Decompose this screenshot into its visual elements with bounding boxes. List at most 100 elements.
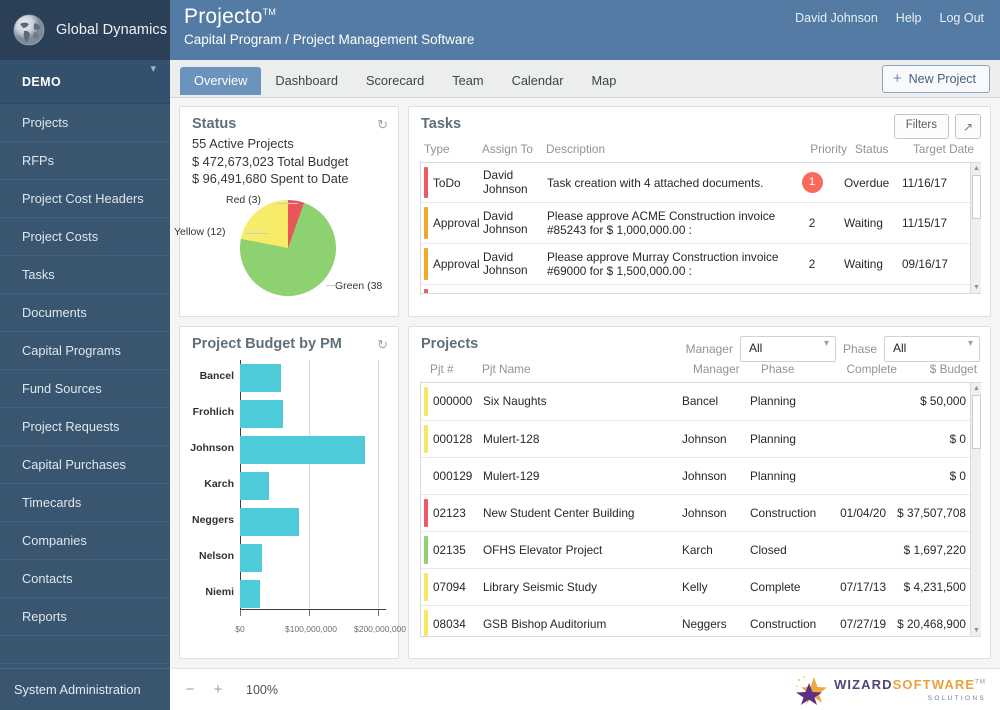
pie-label-red: Red (3) (226, 194, 261, 206)
tasks-scrollbar[interactable]: ▲ ▼ (970, 163, 981, 293)
bar-johnson (240, 436, 365, 464)
bar-neggers (240, 508, 299, 536)
sidebar-item-fund-sources[interactable]: Fund Sources (0, 370, 170, 408)
project-manager: Johnson (678, 420, 746, 457)
bar-label: Johnson (180, 442, 234, 454)
sidebar-item-label: Project Costs (22, 229, 98, 244)
projects-panel: Projects Manager All ▾ Phase All ▾ (408, 326, 991, 659)
scrollbar-thumb[interactable] (972, 175, 981, 219)
refresh-icon[interactable]: ↻ (377, 117, 388, 133)
chart-x-tick-label: $100,000,000 (285, 624, 337, 634)
project-name: GSB Bishop Auditorium (479, 605, 678, 637)
task-description: Please approve Courier Contractors Contr… (543, 285, 784, 295)
sidebar-item-documents[interactable]: Documents (0, 294, 170, 332)
table-row[interactable]: 07094 Library Seismic Study Kelly Comple… (421, 568, 970, 605)
chart-x-tick (309, 610, 310, 616)
sidebar-item-rfps[interactable]: RFPs (0, 142, 170, 180)
logo-word-software: SOFTWARE (893, 677, 975, 692)
table-row[interactable]: 000128 Mulert-128 Johnson Planning $ 0 (421, 420, 970, 457)
project-name: Library Seismic Study (479, 568, 678, 605)
status-color-bar (424, 207, 428, 239)
tasks-col-target-date: Target Date (909, 138, 981, 162)
sidebar-item-projects[interactable]: Projects (0, 104, 170, 142)
sidebar-item-capital-programs[interactable]: Capital Programs (0, 332, 170, 370)
org-label: DEMO (22, 75, 61, 89)
project-number-label: 07094 (433, 580, 466, 594)
tab-overview[interactable]: Overview (180, 67, 261, 95)
project-budget: $ 50,000 (890, 383, 970, 420)
scroll-up-arrow[interactable]: ▲ (971, 163, 981, 174)
tasks-panel: Tasks Filters ↗ Type Assign To Descripti… (408, 106, 991, 317)
project-manager: Johnson (678, 457, 746, 494)
table-row[interactable]: 08034 GSB Bishop Auditorium Neggers Cons… (421, 605, 970, 637)
table-row[interactable]: Approval David Johnson Please approve Mu… (421, 244, 970, 285)
sidebar-item-tasks[interactable]: Tasks (0, 256, 170, 294)
help-link[interactable]: Help (896, 11, 922, 25)
tasks-col-type: Type (420, 138, 478, 162)
sidebar-item-label: Projects (22, 115, 68, 130)
wizard-logo-main: WIZARDSOFTWARETM (834, 677, 986, 692)
brand-header[interactable]: Global Dynamics (0, 0, 170, 60)
tab-scorecard[interactable]: Scorecard (352, 67, 438, 95)
org-selector[interactable]: DEMO ▾ (0, 60, 170, 104)
logout-link[interactable]: Log Out (940, 11, 984, 25)
task-status: Waiting (840, 244, 898, 285)
project-number-label: 000000 (433, 394, 472, 408)
table-row[interactable]: 02123 New Student Center Building Johnso… (421, 494, 970, 531)
logo-word-wizard: WIZARD (834, 677, 893, 692)
new-project-button[interactable]: + New Project (882, 65, 990, 93)
projects-scrollbar[interactable]: ▲ ▼ (970, 383, 981, 636)
sidebar-item-capital-purchases[interactable]: Capital Purchases (0, 446, 170, 484)
sidebar-item-companies[interactable]: Companies (0, 522, 170, 560)
tasks-col-status: Status (851, 138, 909, 162)
project-complete (824, 383, 890, 420)
expand-icon[interactable]: ↗ (955, 114, 981, 139)
task-assign-to: David Johnson (479, 285, 543, 295)
tasks-header-buttons: Filters ↗ (894, 114, 981, 139)
scroll-up-arrow[interactable]: ▲ (971, 383, 981, 394)
status-color-bar (424, 573, 428, 601)
user-name-link[interactable]: David Johnson (795, 11, 878, 25)
filters-button[interactable]: Filters (894, 114, 949, 139)
globe-icon (10, 11, 48, 49)
table-row[interactable]: Approval David Johnson Please approve Co… (421, 285, 970, 295)
zoom-out-button[interactable]: − (184, 681, 196, 698)
scrollbar-thumb[interactable] (972, 395, 981, 449)
project-number-label: 08034 (433, 617, 466, 631)
tab-calendar[interactable]: Calendar (498, 67, 578, 95)
project-manager: Johnson (678, 494, 746, 531)
tab-team[interactable]: Team (438, 67, 497, 95)
sidebar-item-label: Capital Purchases (22, 457, 126, 472)
bar-label: Bancel (180, 370, 234, 382)
scroll-down-arrow[interactable]: ▼ (971, 282, 981, 293)
sidebar-item-project-costs[interactable]: Project Costs (0, 218, 170, 256)
scroll-down-arrow[interactable]: ▼ (971, 625, 981, 636)
pie-slices (240, 200, 336, 296)
project-complete: 07/17/13 (824, 568, 890, 605)
sidebar-item-contacts[interactable]: Contacts (0, 560, 170, 598)
tab-dashboard[interactable]: Dashboard (261, 67, 352, 95)
sidebar-item-timecards[interactable]: Timecards (0, 484, 170, 522)
chart-x-tick-label: $200,000,000 (354, 624, 406, 634)
manager-filter-select[interactable]: All ▾ (740, 336, 836, 362)
project-budget: $ 0 (890, 457, 970, 494)
table-row[interactable]: 000000 Six Naughts Bancel Planning $ 50,… (421, 383, 970, 420)
table-row[interactable]: Approval David Johnson Please approve AC… (421, 203, 970, 244)
zoom-in-button[interactable]: + (212, 681, 224, 698)
manager-filter-value: All (749, 341, 762, 355)
page-subtitle: Capital Program / Project Management Sof… (184, 32, 986, 47)
tab-map[interactable]: Map (578, 67, 631, 95)
table-row[interactable]: 000129 Mulert-129 Johnson Planning $ 0 (421, 457, 970, 494)
sidebar-item-project-cost-headers[interactable]: Project Cost Headers (0, 180, 170, 218)
table-row[interactable]: 02135 OFHS Elevator Project Karch Closed… (421, 531, 970, 568)
table-row[interactable]: ToDo David Johnson Task creation with 4 … (421, 163, 970, 203)
wizard-logo-text: WIZARDSOFTWARETM SOLUTIONS (834, 677, 986, 703)
refresh-icon[interactable]: ↻ (377, 337, 388, 353)
sidebar-item-reports[interactable]: Reports (0, 598, 170, 636)
sidebar-item-project-requests[interactable]: Project Requests (0, 408, 170, 446)
phase-filter-label: Phase (843, 342, 877, 356)
phase-filter-select[interactable]: All ▾ (884, 336, 980, 362)
sidebar-item-system-administration[interactable]: System Administration (0, 668, 170, 710)
pie-leader-green (326, 285, 340, 286)
top-header: ProjectoTM Capital Program / Project Man… (170, 0, 1000, 60)
